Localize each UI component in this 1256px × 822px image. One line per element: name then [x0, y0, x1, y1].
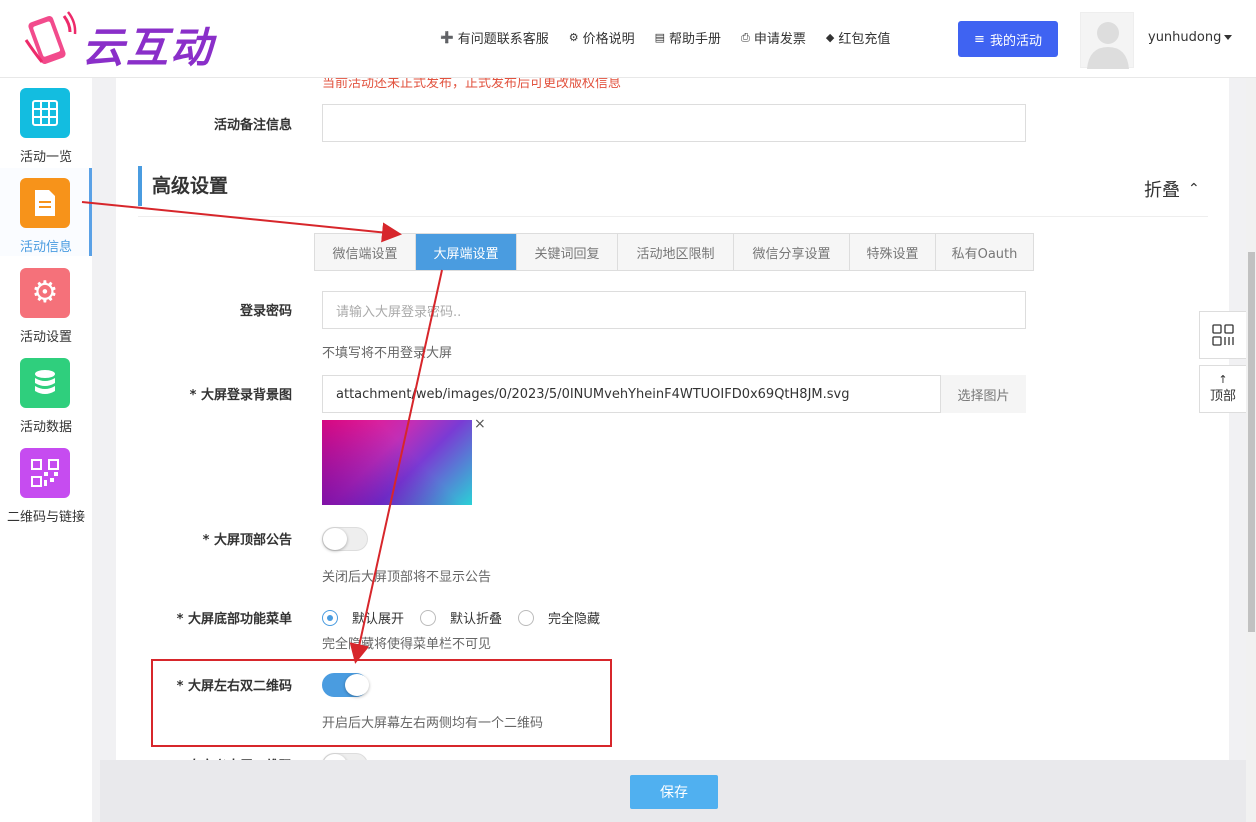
qrcode-icon — [20, 448, 70, 498]
tab-keyword-reply[interactable]: 关键词回复 — [517, 234, 618, 270]
radio-label: 完全隐藏 — [548, 612, 601, 627]
login-bg-path: attachment/web/images/0/2023/5/0INUMvehY… — [336, 386, 850, 402]
username[interactable]: yunhudong — [1148, 30, 1221, 45]
sidebar-item-qrcode-links[interactable]: 二维码与链接 — [0, 438, 92, 526]
database-icon — [20, 358, 70, 408]
bottom-menu-help: 完全隐藏将使得菜单栏不可见 — [322, 637, 492, 652]
phone-logo-icon — [24, 11, 77, 64]
document-icon — [20, 178, 70, 228]
settings-tabs: 微信端设置 大屏端设置 关键词回复 活动地区限制 微信分享设置 特殊设置 私有O… — [314, 233, 1034, 271]
qrcode-icon — [1212, 324, 1234, 346]
shield-check-icon: ◆ — [825, 31, 835, 44]
choose-image-button[interactable]: 选择图片 — [940, 375, 1026, 413]
nav-contact-support[interactable]: ➕ 有问题联系客服 — [440, 28, 549, 47]
tab-private-oauth[interactable]: 私有Oauth — [936, 234, 1033, 270]
login-bg-input[interactable]: attachment/web/images/0/2023/5/0INUMvehY… — [322, 375, 1026, 413]
top-notice-help: 关闭后大屏顶部将不显示公告 — [322, 570, 492, 585]
chevron-double-up-icon: ⌃ — [1188, 181, 1200, 197]
sidebar-item-activity-list[interactable]: 活动一览 — [0, 78, 92, 166]
radio-expand[interactable] — [322, 609, 338, 626]
sidebar-item-label: 活动设置 — [19, 330, 72, 345]
bottom-menu-label: * 大屏底部功能菜单 — [176, 612, 292, 627]
sidebar-item-label: 活动数据 — [19, 420, 72, 435]
bottom-menu-radios: 默认展开 默认折叠 完全隐藏 — [322, 608, 616, 627]
back-to-top-button[interactable]: ↑ 顶部 — [1199, 365, 1247, 413]
user-plus-icon: ➕ — [440, 31, 454, 44]
grid-icon — [20, 88, 70, 138]
login-password-label: 登录密码 — [239, 304, 292, 319]
nav-label: 有问题联系客服 — [457, 32, 549, 47]
top-header: 云互动 ➕ 有问题联系客服 ⚙ 价格说明 ▤ 帮助手册 ⎙ 申请发票 ◆ 红包充… — [0, 0, 1256, 78]
save-button[interactable]: 保存 — [630, 775, 718, 809]
nav-help-manual[interactable]: ▤ 帮助手册 — [655, 28, 721, 47]
section-title: 高级设置 — [138, 166, 228, 206]
floating-qrcode-button[interactable] — [1199, 311, 1247, 359]
user-silhouette-icon — [1087, 22, 1129, 69]
nav-label: 帮助手册 — [669, 32, 722, 47]
switch-knob — [323, 528, 347, 550]
top-notice-switch[interactable] — [322, 527, 368, 551]
arrow-up-icon: ↑ — [1218, 373, 1228, 386]
tab-bigscreen[interactable]: 大屏端设置 — [416, 234, 517, 270]
login-password-input[interactable]: 请输入大屏登录密码.. — [322, 291, 1026, 329]
login-password-help: 不填写将不用登录大屏 — [322, 346, 453, 361]
my-activity-label: 我的活动 — [989, 33, 1042, 49]
close-icon[interactable]: × — [474, 416, 486, 432]
login-bg-label: * 大屏登录背景图 — [189, 388, 292, 403]
radio-hide[interactable] — [518, 609, 535, 626]
back-to-top-label: 顶部 — [1209, 389, 1236, 404]
nav-label: 价格说明 — [582, 32, 635, 47]
tab-wechat-share[interactable]: 微信分享设置 — [734, 234, 850, 270]
bg-image-thumbnail — [322, 420, 472, 505]
sidebar-item-label: 活动一览 — [19, 150, 72, 165]
remark-input[interactable] — [322, 104, 1026, 142]
radio-label: 默认折叠 — [450, 612, 503, 627]
fold-label: 折叠 — [1144, 180, 1180, 201]
book-icon: ▤ — [654, 31, 666, 44]
sidebar-item-activity-info[interactable]: 活动信息 — [0, 168, 92, 256]
top-notice-label: * 大屏顶部公告 — [202, 533, 292, 548]
scrollbar-thumb[interactable] — [1248, 252, 1255, 632]
remark-label: 活动备注信息 — [213, 118, 292, 133]
nav-pricing[interactable]: ⚙ 价格说明 — [569, 28, 635, 47]
list-icon: ≡ — [974, 31, 985, 47]
gear-icon: ⚙ — [568, 31, 579, 44]
sidebar-item-activity-data[interactable]: 活动数据 — [0, 348, 92, 436]
annotation-highlight-box — [151, 659, 612, 747]
printer-icon: ⎙ — [741, 30, 750, 44]
nav-invoice[interactable]: ⎙ 申请发票 — [741, 28, 806, 48]
nav-label: 申请发票 — [753, 32, 806, 47]
tab-wechat[interactable]: 微信端设置 — [315, 234, 416, 270]
my-activity-button[interactable]: ≡ 我的活动 — [958, 21, 1058, 57]
top-nav: ➕ 有问题联系客服 ⚙ 价格说明 ▤ 帮助手册 ⎙ 申请发票 ◆ 红包充值 — [440, 28, 910, 48]
tab-special[interactable]: 特殊设置 — [850, 234, 936, 270]
sidebar-item-activity-settings[interactable]: ⚙ 活动设置 — [0, 258, 92, 346]
sidebar-item-label: 活动信息 — [19, 240, 72, 255]
chevron-down-icon[interactable] — [1224, 35, 1232, 40]
divider — [138, 216, 1208, 217]
tab-region-limit[interactable]: 活动地区限制 — [618, 234, 734, 270]
nav-label: 红包充值 — [838, 32, 891, 47]
radio-label: 默认展开 — [352, 612, 405, 627]
radio-collapse[interactable] — [420, 609, 437, 626]
footer-bar: 保存 — [100, 760, 1246, 822]
nav-recharge[interactable]: ◆ 红包充值 — [826, 28, 890, 47]
gear-icon: ⚙ — [20, 268, 70, 318]
sidebar-item-label: 二维码与链接 — [6, 510, 85, 525]
sidebar: 活动一览 活动信息 ⚙ 活动设置 活动数据 二维码与链接 — [0, 78, 92, 822]
fold-toggle[interactable]: 折叠 ⌃ — [1144, 176, 1200, 202]
avatar[interactable] — [1080, 12, 1134, 69]
logo-text: 云互动 — [82, 23, 215, 72]
logo[interactable]: 云互动 — [20, 10, 230, 72]
